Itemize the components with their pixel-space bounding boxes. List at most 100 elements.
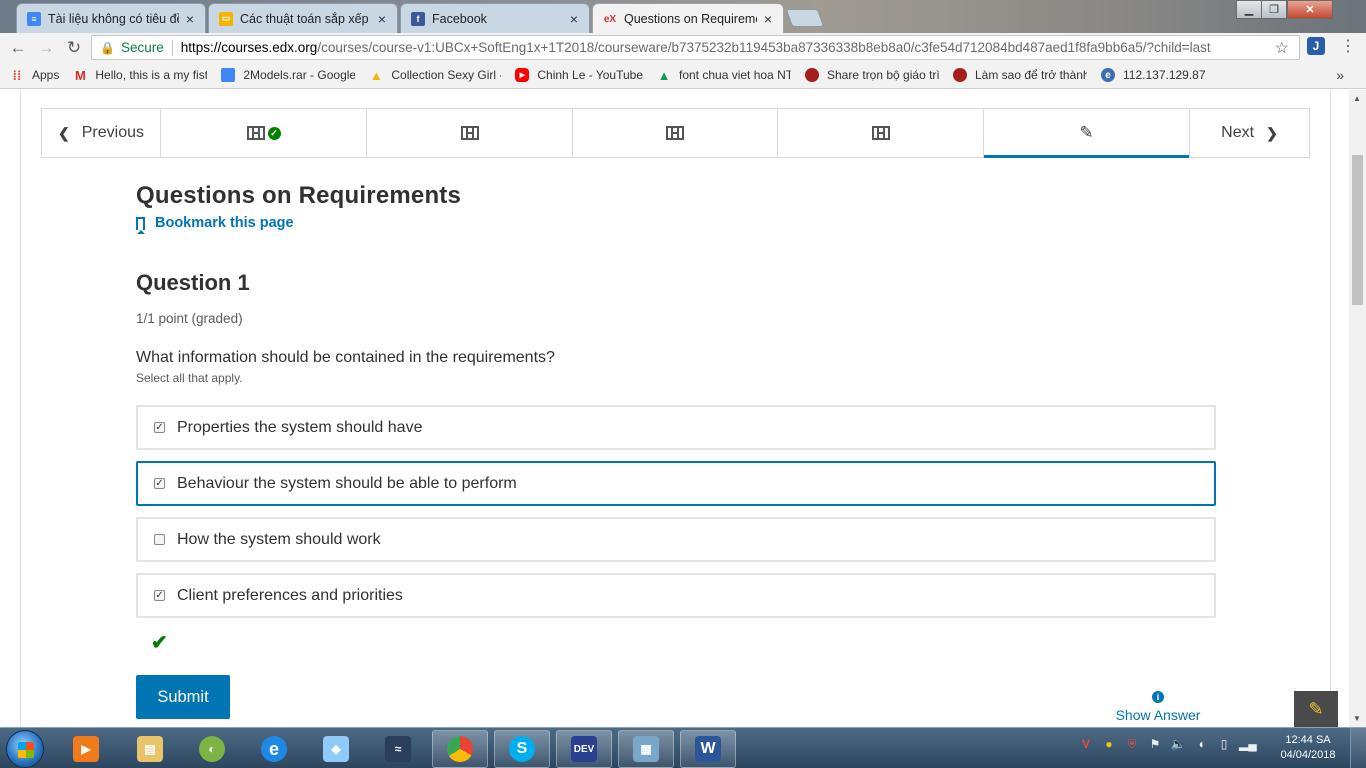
taskbar-app-skype[interactable]: S — [494, 730, 550, 768]
show-answer-button[interactable]: i Show Answer — [1113, 687, 1203, 723]
close-icon[interactable]: × — [761, 11, 775, 27]
bookmark-item[interactable]: 2Models.rar - Google — [221, 68, 355, 82]
bookmark-label: 2Models.rar - Google — [243, 68, 356, 82]
seq-unit-2[interactable] — [367, 109, 573, 157]
browser-tab-slides[interactable]: ▭ Các thuật toán sắp xếp - × — [208, 3, 398, 33]
seq-unit-5-active[interactable]: ✎ — [984, 109, 1190, 158]
forward-arrow-icon[interactable]: → — [32, 38, 60, 58]
minimize-button[interactable]: ▁ — [1236, 0, 1262, 19]
checkbox-checked[interactable]: ✓ — [154, 422, 165, 433]
extension-icon[interactable]: J — [1307, 37, 1325, 55]
edx-icon: eX — [603, 13, 617, 25]
taskbar-app[interactable]: ≈ — [370, 730, 426, 768]
bookmarks-overflow-icon[interactable]: » — [1336, 67, 1344, 83]
browser-tab-strip: ≡ Tài liệu không có tiêu đề × ▭ Các thuậ… — [0, 0, 1366, 34]
taskbar-app-devcpp[interactable]: DEV — [556, 730, 612, 768]
check-circle-icon: ✓ — [267, 126, 281, 140]
windows-taskbar: ▶ ▤ ◐ e ◆ ≈ S DEV ▦ W V ● ⛨ ⚑ 🔈 ◖ ▯ ▂▄ 1… — [0, 727, 1366, 768]
bookmark-label: Hello, this is a my fist — [95, 68, 208, 82]
new-tab-button[interactable] — [785, 9, 825, 27]
bookmark-item[interactable]: Làm sao để trở thành — [953, 68, 1087, 82]
bookmark-label: Làm sao để trở thành — [975, 68, 1087, 82]
scroll-thumb[interactable] — [1352, 155, 1363, 305]
battery-icon[interactable]: ▯ — [1216, 737, 1232, 752]
bookmark-page-link[interactable]: Bookmark this page — [136, 215, 294, 234]
google-docs-icon — [221, 68, 236, 82]
scroll-down-icon[interactable]: ▼ — [1353, 714, 1361, 723]
page-title: Questions on Requirements — [136, 182, 462, 209]
system-tray: V ● ⛨ ⚑ 🔈 ◖ ▯ ▂▄ — [1078, 737, 1257, 752]
speaker-icon[interactable]: 🔈 — [1170, 737, 1186, 752]
volume-icon[interactable]: ◖ — [1193, 737, 1209, 752]
close-icon[interactable]: × — [375, 11, 389, 27]
correct-check-icon: ✔ — [151, 632, 168, 654]
taskbar-app[interactable]: ▤ — [122, 730, 178, 768]
video-icon — [871, 126, 890, 140]
shield-icon[interactable]: ⛨ — [1124, 737, 1140, 752]
bookmark-item[interactable]: ▲ font chua viet hoa NT — [657, 67, 791, 83]
bookmark-label: Collection Sexy Girl - — [391, 68, 502, 82]
vietkey-icon[interactable]: V — [1078, 737, 1094, 752]
flag-icon[interactable]: ⚑ — [1147, 737, 1163, 752]
seq-unit-1[interactable]: ✓ — [161, 109, 367, 157]
show-desktop-button[interactable] — [1350, 728, 1366, 768]
checkbox-checked[interactable]: ✓ — [154, 590, 165, 601]
taskbar-app[interactable]: e — [246, 730, 302, 768]
start-button[interactable] — [6, 730, 44, 768]
choice-option[interactable]: How the system should work — [136, 517, 1216, 562]
back-arrow-icon[interactable]: ← — [4, 38, 32, 58]
vertical-scrollbar[interactable]: ▲ ▼ — [1349, 90, 1366, 727]
menu-kebab-icon[interactable]: ⋮ — [1340, 36, 1356, 56]
choice-option[interactable]: ✓ Behaviour the system should be able to… — [136, 461, 1216, 506]
taskbar-app[interactable]: ▦ — [618, 730, 674, 768]
restore-button[interactable]: ❐ — [1261, 0, 1287, 19]
choice-option[interactable]: ✓ Properties the system should have — [136, 405, 1216, 450]
choice-option[interactable]: ✓ Client preferences and priorities — [136, 573, 1216, 618]
notification-icon[interactable]: ● — [1101, 737, 1117, 752]
close-icon[interactable]: × — [183, 11, 197, 27]
video-icon — [246, 126, 265, 140]
bookmark-item[interactable]: e 112.137.129.87 — [1101, 68, 1206, 82]
bookmark-item[interactable]: ▲ Collection Sexy Girl - — [369, 68, 502, 83]
url-path: /courses/course-v1:UBCx+SoftEng1x+1T2018… — [317, 40, 1211, 55]
taskbar-clock[interactable]: 12:44 SA 04/04/2018 — [1276, 733, 1340, 763]
seq-unit-4[interactable] — [778, 109, 984, 157]
site-icon — [953, 68, 967, 82]
app-icon: ◐ — [199, 736, 225, 762]
tab-title: Các thuật toán sắp xếp - — [240, 11, 371, 26]
scroll-up-icon[interactable]: ▲ — [1353, 94, 1361, 103]
close-window-button[interactable]: ✕ — [1287, 0, 1333, 19]
taskbar-app-word[interactable]: W — [680, 730, 736, 768]
taskbar-app[interactable]: ◐ — [184, 730, 240, 768]
seq-unit-3[interactable] — [573, 109, 778, 157]
taskbar-app-chrome[interactable] — [432, 730, 488, 768]
choice-label: How the system should work — [177, 530, 381, 548]
close-icon[interactable]: × — [567, 11, 581, 27]
tab-title: Tài liệu không có tiêu đề — [48, 11, 179, 26]
divider — [1330, 90, 1331, 727]
browser-tab-facebook[interactable]: f Facebook × — [400, 3, 590, 33]
reload-icon[interactable]: ↻ — [60, 38, 88, 58]
address-bar[interactable]: 🔒 Secure https://courses.edx.org /course… — [91, 35, 1300, 60]
bookmark-apps[interactable]: ⁞⁞ Apps — [10, 68, 60, 83]
submit-button[interactable]: Submit — [136, 675, 230, 719]
network-signal-icon[interactable]: ▂▄ — [1239, 737, 1257, 752]
info-icon: i — [1152, 691, 1164, 703]
taskbar-app[interactable]: ◆ — [308, 730, 364, 768]
control-panel-icon: ▦ — [633, 736, 659, 762]
checkbox-unchecked[interactable] — [154, 534, 165, 545]
facebook-icon: f — [411, 11, 425, 26]
clock-date: 04/04/2018 — [1280, 749, 1336, 761]
browser-tab-docs[interactable]: ≡ Tài liệu không có tiêu đề × — [16, 3, 206, 33]
next-button[interactable]: Next ❯ — [1190, 109, 1309, 157]
checkbox-checked[interactable]: ✓ — [154, 478, 165, 489]
bookmark-star-icon[interactable]: ☆ — [1275, 38, 1289, 58]
taskbar-app[interactable]: ▶ — [58, 730, 114, 768]
previous-button[interactable]: ❮ Previous — [42, 109, 161, 157]
bookmark-item[interactable]: ▶ Chinh Le - YouTube — [515, 68, 643, 82]
browser-tab-edx[interactable]: eX Questions on Requireme × — [592, 3, 784, 34]
bookmark-item[interactable]: M Hello, this is a my fist — [73, 68, 208, 83]
bookmark-item[interactable]: Share trọn bộ giáo trì — [805, 68, 939, 82]
google-drive-icon: ▲ — [657, 67, 671, 83]
pencil-icon[interactable]: ✎ — [1294, 691, 1338, 727]
